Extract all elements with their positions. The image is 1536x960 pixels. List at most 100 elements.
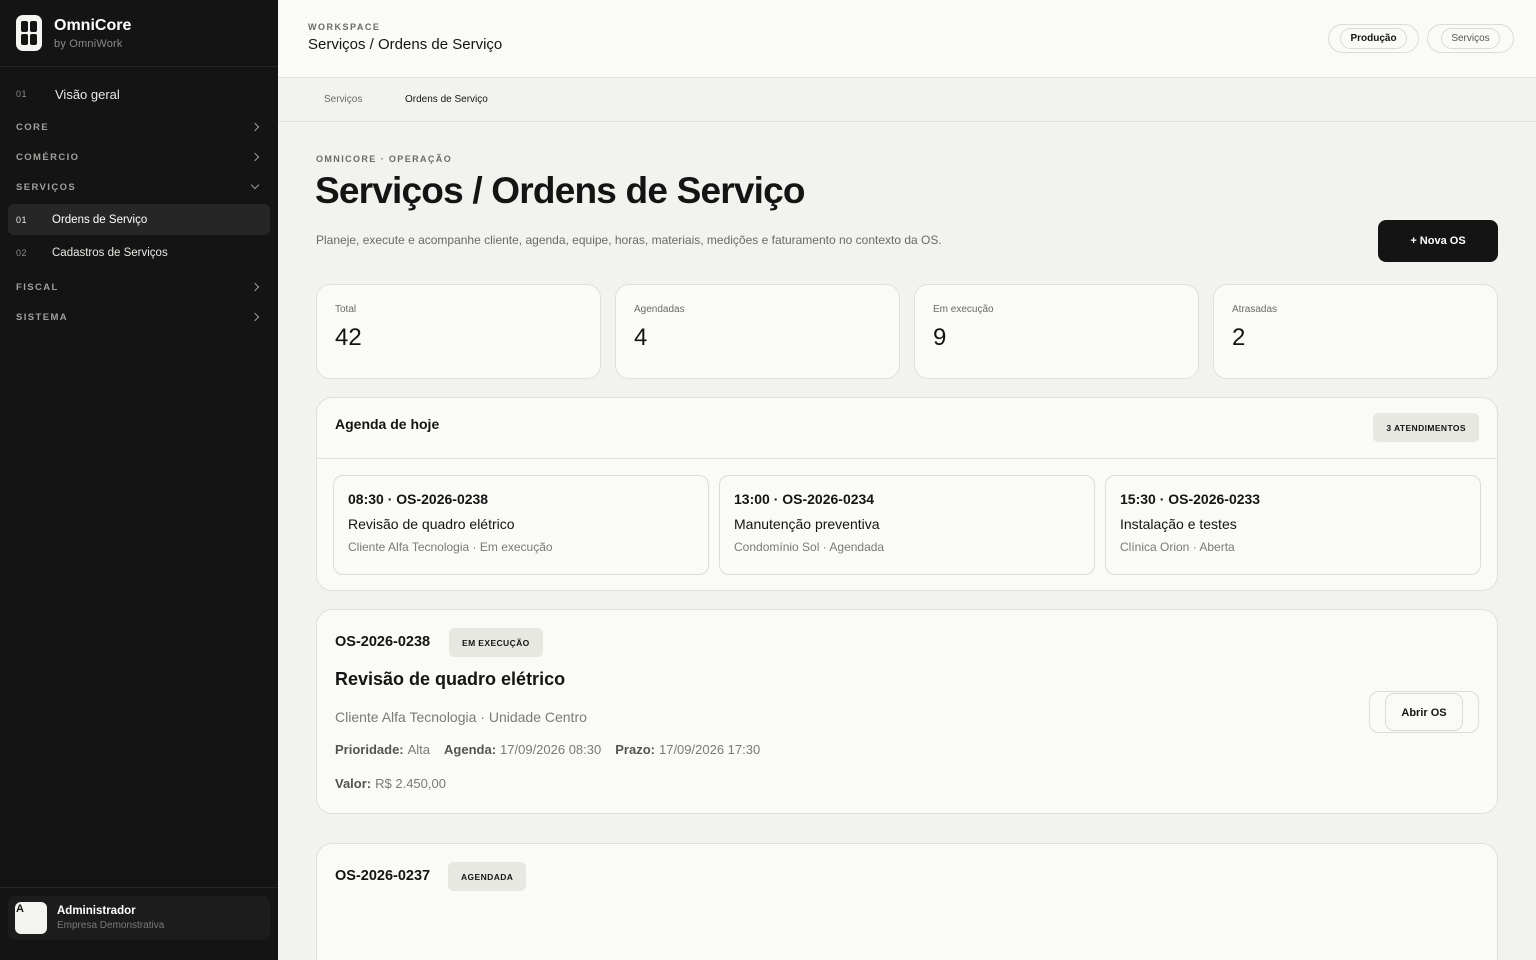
sidebar-item-label: Cadastros de Serviços [52,246,168,259]
sidebar-section-core[interactable]: CORE [8,112,270,142]
sidebar-section-servicos[interactable]: SERVIÇOS [8,172,270,202]
order-schedule: Agenda: 17/09/2026 08:30 [444,742,601,757]
top-bar: WORKSPACE Serviços / Ordens de Serviço P… [278,0,1536,78]
section-label: SISTEMA [16,311,69,323]
tab-ordens-de-servico[interactable]: Ordens de Serviço [393,92,500,107]
order-value: Valor: R$ 2.450,00 [335,776,446,791]
sidebar-nav: 01 Visão geral CORE COMÉRCIO SERVIÇOS 01… [0,76,278,332]
brand-subtitle: by OmniWork [54,37,123,50]
today-agenda-panel: Agenda de hoje 3 ATENDIMENTOS 08:30 · OS… [316,397,1498,591]
priority-value: Alta [407,742,431,757]
stat-value: 2 [1232,324,1246,351]
user-company: Empresa Demonstrativa [57,920,165,931]
tab-bar: Serviços Ordens de Serviço [278,78,1536,122]
chevron-right-icon [250,122,260,132]
open-order-button-label: Abrir OS [1385,693,1463,731]
deadline-label: Prazo: [615,742,655,757]
header-title: Serviços / Ordens de Serviço [308,36,503,53]
environment-chip[interactable]: Produção [1328,24,1419,53]
sidebar: OmniCore by OmniWork 01 Visão geral CORE… [0,0,278,960]
deadline-value: 17/09/2026 17:30 [658,742,761,757]
sidebar-section-sistema[interactable]: SISTEMA [8,302,270,332]
chevron-right-icon [250,152,260,162]
status-badge: EM EXECUÇÃO [449,628,543,657]
stat-label: Agendadas [634,304,685,315]
environment-chip-label: Produção [1340,28,1407,49]
agenda-slot[interactable]: 15:30 · OS-2026-0233 Instalação e testes… [1105,475,1481,575]
agenda-count-badge: 3 ATENDIMENTOS [1373,413,1479,442]
agenda-slot[interactable]: 13:00 · OS-2026-0234 Manutenção preventi… [719,475,1095,575]
sidebar-item-number: 01 [16,89,28,99]
slot-meta: Cliente Alfa Tecnologia · Em execução [348,540,553,554]
sidebar-section-comercio[interactable]: COMÉRCIO [8,142,270,172]
page-description: Planeje, execute e acompanhe cliente, ag… [316,233,942,247]
user-card: A Administrador Empresa Demonstrativa [0,887,278,960]
chevron-down-icon [250,180,260,190]
order-title: Revisão de quadro elétrico [335,669,566,689]
sidebar-item-ordens-de-servico[interactable]: 01 Ordens de Serviço [8,204,270,235]
workspace-label: WORKSPACE [308,22,381,32]
slot-meta: Clínica Orion · Aberta [1120,540,1235,554]
sidebar-item-overview[interactable]: 01 Visão geral [8,76,270,112]
module-chip-label: Serviços [1441,28,1500,49]
main-content: OMNICORE · OPERAÇÃO Serviços / Ordens de… [278,122,1536,960]
sidebar-section-fiscal[interactable]: FISCAL [8,272,270,302]
new-order-button[interactable]: + Nova OS [1378,220,1498,262]
order-meta: Prioridade: Alta Agenda: 17/09/2026 08:30 … [335,742,774,757]
slot-title: Instalação e testes [1120,516,1237,532]
module-chip[interactable]: Serviços [1427,24,1514,53]
brand-name: OmniCore [54,16,132,34]
brand[interactable]: OmniCore by OmniWork [0,0,278,67]
stat-card-atrasadas: Atrasadas 2 [1213,284,1498,379]
page-eyebrow: OMNICORE · OPERAÇÃO [316,154,453,164]
slot-meta: Condomínio Sol · Agendada [734,540,885,554]
open-order-button[interactable]: Abrir OS [1369,691,1479,733]
sidebar-item-number: 02 [16,247,28,258]
service-order-card: OS-2026-0237 AGENDADA [316,843,1498,960]
avatar: A [15,902,47,934]
value-label: Valor: [335,776,372,791]
sidebar-item-number: 01 [16,214,28,225]
service-order-card: OS-2026-0238 EM EXECUÇÃO Revisão de quad… [316,609,1498,814]
status-badge: AGENDADA [448,862,527,891]
section-label: FISCAL [16,281,59,293]
section-label: SERVIÇOS [16,181,77,193]
schedule-value: 17/09/2026 08:30 [500,742,602,757]
stat-card-total: Total 42 [316,284,601,379]
agenda-slot[interactable]: 08:30 · OS-2026-0238 Revisão de quadro e… [333,475,709,575]
user-menu[interactable]: A Administrador Empresa Demonstrativa [8,896,270,940]
sidebar-item-label: Ordens de Serviço [52,213,148,226]
stat-label: Total [335,304,357,315]
omnicore-logo-icon [16,15,42,51]
stat-card-em-execucao: Em execução 9 [914,284,1199,379]
order-code: OS-2026-0238 [335,634,431,650]
section-label: COMÉRCIO [16,151,80,163]
priority-label: Prioridade: [335,742,404,757]
stat-value: 42 [335,324,362,351]
slot-time-code: 13:00 · OS-2026-0234 [734,491,875,507]
section-label: CORE [16,121,50,133]
user-name: Administrador [57,905,136,917]
agenda-title: Agenda de hoje [335,416,440,432]
schedule-label: Agenda: [444,742,497,757]
order-deadline: Prazo: 17/09/2026 17:30 [615,742,760,757]
stat-label: Atrasadas [1232,304,1278,315]
stat-value: 4 [634,324,648,351]
chevron-right-icon [250,282,260,292]
stat-value: 9 [933,324,947,351]
tab-servicos[interactable]: Serviços [312,92,374,107]
value-amount: R$ 2.450,00 [375,776,446,791]
sidebar-item-label: Visão geral [55,86,120,102]
order-client: Cliente Alfa Tecnologia · Unidade Centro [335,709,587,725]
stat-card-agendadas: Agendadas 4 [615,284,900,379]
slot-title: Revisão de quadro elétrico [348,516,515,532]
page-title: Serviços / Ordens de Serviço [315,170,805,211]
slot-time-code: 15:30 · OS-2026-0233 [1120,491,1261,507]
slot-time-code: 08:30 · OS-2026-0238 [348,491,489,507]
divider [317,458,1497,459]
slot-title: Manutenção preventiva [734,516,880,532]
sidebar-item-cadastros-de-servicos[interactable]: 02 Cadastros de Serviços [8,237,270,268]
stat-label: Em execução [933,304,994,315]
order-code: OS-2026-0237 [335,868,431,884]
order-priority: Prioridade: Alta [335,742,430,757]
